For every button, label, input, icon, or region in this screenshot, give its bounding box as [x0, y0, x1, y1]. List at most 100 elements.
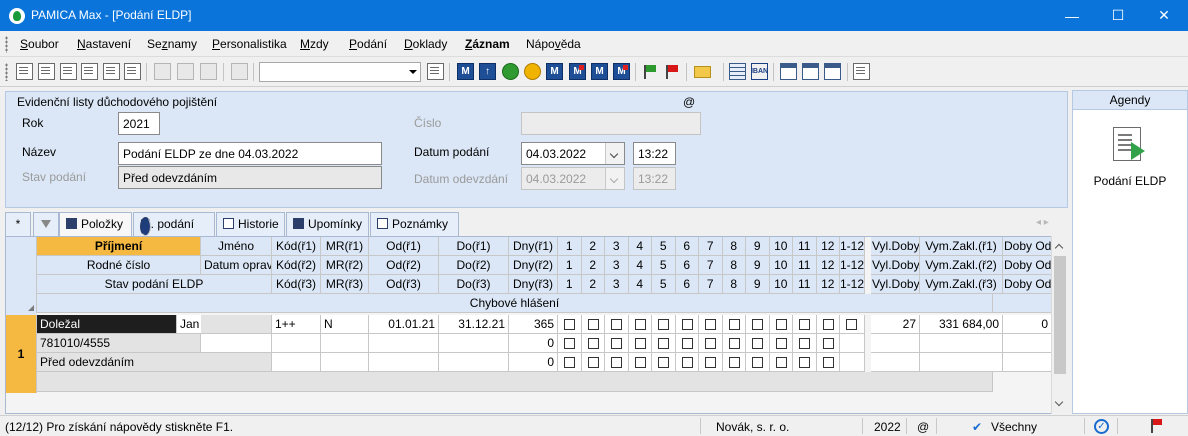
col-month-12-r2[interactable]: 12	[816, 256, 840, 275]
col-month-11-r1[interactable]: 11	[793, 237, 817, 256]
row-number[interactable]: 1	[6, 315, 37, 393]
col-kod1[interactable]: Kód(ř1)	[272, 237, 321, 256]
module-m-icon[interactable]: M	[457, 63, 474, 80]
datum-podani-field[interactable]: 04.03.2022	[521, 142, 625, 165]
cell-dny3[interactable]: 0	[509, 353, 558, 372]
col-dny2[interactable]: Dny(ř2)	[509, 256, 558, 275]
folder-icon[interactable]	[694, 66, 711, 78]
month-checkbox[interactable]	[681, 319, 693, 330]
save-close-icon[interactable]	[200, 63, 217, 80]
pdf-export-icon[interactable]	[103, 63, 120, 80]
module-m5-icon[interactable]: M	[613, 63, 630, 80]
month-checkbox[interactable]	[611, 319, 622, 330]
tab-star[interactable]: *	[5, 212, 31, 236]
col-month-7-r1[interactable]: 7	[699, 237, 723, 256]
col-datum-opravy[interactable]: Datum opravy	[201, 256, 272, 275]
col-month-2-r3[interactable]: 2	[581, 275, 605, 294]
col-month-2-r1[interactable]: 2	[581, 237, 605, 256]
filter-icon[interactable]	[427, 63, 444, 80]
month-checkbox[interactable]	[728, 338, 740, 349]
cell-mr3[interactable]	[321, 353, 369, 372]
cell-dny2[interactable]: 0	[509, 334, 558, 353]
grid-corner[interactable]	[6, 237, 37, 313]
month-checkbox[interactable]	[752, 357, 763, 368]
month-checkbox[interactable]	[564, 357, 575, 368]
col-mr3[interactable]: MR(ř3)	[321, 275, 369, 294]
datum-podani-dropdown-button[interactable]	[605, 143, 624, 164]
month-checkbox[interactable]	[846, 319, 857, 330]
month-checkbox[interactable]	[728, 319, 740, 330]
col-month-8-r3[interactable]: 8	[722, 275, 746, 294]
close-button[interactable]: ✕	[1141, 0, 1187, 31]
print-preview-icon[interactable]	[81, 63, 98, 80]
col-chybove-hlaseni[interactable]: Chybové hlášení	[37, 294, 993, 313]
col-vym-zakl1[interactable]: Vym.Zakl.(ř1)	[920, 237, 1003, 256]
module-upload-icon[interactable]: ↑	[479, 63, 496, 80]
col-kod3[interactable]: Kód(ř3)	[272, 275, 321, 294]
menu-doklady[interactable]: Doklady	[404, 37, 447, 51]
month-checkbox[interactable]	[752, 319, 763, 330]
cell-mr2[interactable]	[321, 334, 369, 353]
tab-scroll-arrows[interactable]: ◂ ▸	[1036, 217, 1049, 228]
month-checkbox[interactable]	[822, 357, 834, 368]
col-kod2[interactable]: Kód(ř2)	[272, 256, 321, 275]
col-stav-podani[interactable]: Stav podání ELDP	[37, 275, 272, 294]
cas-odevzdani-field[interactable]: 13:22	[633, 167, 676, 190]
grid-vertical-scrollbar[interactable]	[1051, 236, 1068, 414]
month-checkbox[interactable]	[587, 319, 599, 330]
cell-doby-od3[interactable]	[1003, 353, 1052, 372]
menu-zaznam[interactable]: Záznam	[465, 37, 510, 51]
month-checkbox[interactable]	[587, 338, 599, 349]
pdf-send-icon[interactable]	[124, 63, 141, 80]
col-month-10-r3[interactable]: 10	[769, 275, 793, 294]
col-od2[interactable]: Od(ř2)	[369, 256, 439, 275]
person-green-icon[interactable]	[502, 63, 519, 80]
menu-personalistika[interactable]: Personalistika	[212, 37, 287, 51]
cell-doby-od2[interactable]	[1003, 334, 1052, 353]
col-month-1-r2[interactable]: 1	[558, 256, 582, 275]
month-checkbox[interactable]	[658, 319, 669, 330]
minimize-button[interactable]: —	[1049, 0, 1095, 31]
month-checkbox[interactable]	[634, 319, 646, 330]
col-doby-od2[interactable]: Doby Od	[1003, 256, 1052, 275]
col-month-13-r1[interactable]: 1-12	[840, 237, 865, 256]
col-od1[interactable]: Od(ř1)	[369, 237, 439, 256]
cell-vym-zakl[interactable]: 331 684,00	[920, 315, 1003, 334]
col-month-5-r3[interactable]: 5	[652, 275, 676, 294]
month-checkbox[interactable]	[658, 357, 669, 368]
person-orange-icon[interactable]	[524, 63, 541, 80]
cell-od1[interactable]: 01.01.21	[369, 315, 439, 334]
calculator-icon[interactable]	[729, 63, 746, 80]
month-checkbox[interactable]	[611, 338, 622, 349]
col-vyl-doby1[interactable]: Vyl.Doby	[871, 237, 920, 256]
month-checkbox[interactable]	[775, 357, 787, 368]
col-month-12-r3[interactable]: 12	[816, 275, 840, 294]
col-do1[interactable]: Do(ř1)	[439, 237, 509, 256]
col-month-1-r3[interactable]: 1	[558, 275, 582, 294]
green-flag-icon[interactable]	[641, 63, 658, 80]
col-month-5-r1[interactable]: 5	[652, 237, 676, 256]
cell-jmeno[interactable]: Jan	[177, 315, 201, 334]
menu-napoveda[interactable]: Nápověda	[526, 37, 581, 51]
month-checkbox[interactable]	[799, 319, 810, 330]
save-icon[interactable]	[177, 63, 194, 80]
cell-dny1[interactable]: 365	[509, 315, 558, 334]
col-month-9-r1[interactable]: 9	[746, 237, 770, 256]
col-rodne-cislo[interactable]: Rodné číslo	[37, 256, 201, 275]
col-month-10-r2[interactable]: 10	[769, 256, 793, 275]
print-icon[interactable]	[60, 63, 77, 80]
month-checkbox[interactable]	[799, 357, 810, 368]
month-checkbox[interactable]	[799, 338, 810, 349]
col-month-8-r2[interactable]: 8	[722, 256, 746, 275]
col-month-12-r1[interactable]: 12	[816, 237, 840, 256]
col-month-13-r3[interactable]: 1-12	[840, 275, 865, 294]
notes-icon[interactable]	[824, 63, 841, 80]
nazev-field[interactable]: Podání ELDP ze dne 04.03.2022	[118, 142, 382, 165]
col-month-4-r1[interactable]: 4	[628, 237, 652, 256]
month-checkbox[interactable]	[564, 319, 575, 330]
cell-do1[interactable]: 31.12.21	[439, 315, 509, 334]
col-month-7-r2[interactable]: 7	[699, 256, 723, 275]
month-checkbox[interactable]	[681, 357, 693, 368]
col-month-5-r2[interactable]: 5	[652, 256, 676, 275]
status-ok-icon[interactable]: ✓	[1094, 419, 1109, 434]
